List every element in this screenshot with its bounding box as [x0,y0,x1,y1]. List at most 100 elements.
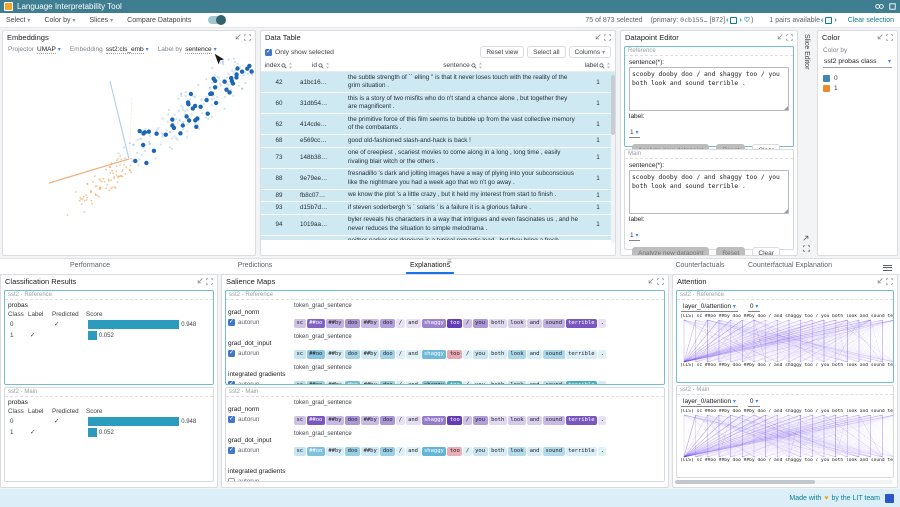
table-row[interactable]: 68e569cc…good old-fashioned slash-and-ha… [261,135,615,148]
token-chip[interactable]: and [527,319,542,328]
resize-handle-icon[interactable] [784,106,788,110]
maximize-icon[interactable] [657,278,664,285]
minimize-icon[interactable] [196,278,203,285]
color-by-menu[interactable]: Color by ▾ [44,17,75,24]
resize-handle-icon[interactable] [784,209,788,213]
table-row[interactable]: 889e79ee…fresnadillo 's dark and jolting… [261,169,615,190]
select-all-button[interactable]: Select all [527,46,565,58]
compare-datapoints-toggle[interactable] [208,16,225,24]
token-chip[interactable]: ##by [326,447,344,456]
table-row[interactable]: 73148b38…one of creepiest , scariest mov… [261,148,615,169]
token-chip[interactable]: / [396,447,404,456]
table-row[interactable]: 6031db54…this is a story of two misfits … [261,93,615,114]
tab-predictions[interactable]: Predictions [234,261,277,272]
search-icon[interactable] [318,63,324,69]
token-chip[interactable]: doo [380,416,395,425]
maximize-icon[interactable] [886,278,893,285]
docs-icon[interactable] [889,3,896,10]
token-chip[interactable]: ##by [326,381,344,386]
tab-explanations[interactable]: Explanations [406,261,454,274]
token-chip[interactable]: both [489,381,507,386]
layer-select[interactable]: layer_0/attention ▾ [681,398,738,407]
token-chip[interactable]: terrible [566,381,598,386]
token-chip[interactable]: doo [345,416,360,425]
token-chip[interactable]: and [527,381,542,386]
table-row[interactable]: 93d15b7d…if steven soderbergh 's ` solar… [261,202,615,215]
tab-counterfactual-explanation[interactable]: Counterfactual Explanation [744,261,836,272]
token-chip[interactable]: and [527,447,542,456]
token-chip[interactable]: sound [543,416,565,425]
token-chip[interactable]: ##by [361,447,379,456]
token-chip[interactable]: / [463,447,471,456]
token-chip[interactable]: sc [294,350,306,359]
maximize-icon[interactable] [244,34,251,41]
minimize-icon[interactable] [776,34,783,41]
sort-icon[interactable] [478,62,483,69]
token-chip[interactable]: doo [345,381,360,386]
maximize-icon[interactable] [803,245,810,252]
sort-icon[interactable] [288,62,293,69]
token-chip[interactable]: / [396,416,404,425]
sentence-textarea[interactable]: scooby dooby doo / and shaggy too / you … [629,67,789,111]
attention-scrollbar[interactable] [675,480,893,484]
token-chip[interactable]: / [396,350,404,359]
token-chip[interactable]: / [396,381,404,386]
token-chip[interactable]: and [406,381,421,386]
maximize-icon[interactable] [886,34,893,41]
token-chip[interactable]: / [463,319,471,328]
token-chip[interactable]: ##by [361,350,379,359]
embedding-scatter-plot[interactable] [3,55,255,248]
token-chip[interactable]: ##by [326,350,344,359]
token-chip[interactable]: doo [380,447,395,456]
label-select[interactable]: 1 ▾ [629,232,640,241]
maximize-icon[interactable] [206,278,213,285]
token-chip[interactable]: ##by [361,381,379,386]
token-chip[interactable]: ##oo [307,447,325,456]
minimize-icon[interactable] [234,34,241,41]
reset-view-button[interactable]: Reset view [480,46,524,58]
columns-button[interactable]: Columns ▾ [569,46,611,58]
token-chip[interactable]: terrible [566,319,598,328]
sentence-textarea[interactable]: scooby dooby doo / and shaggy too / you … [629,170,789,214]
search-icon[interactable] [471,63,477,69]
token-chip[interactable]: look [508,416,526,425]
token-chip[interactable]: both [489,447,507,456]
token-chip[interactable]: look [508,319,526,328]
maximize-icon[interactable] [604,34,611,41]
token-chip[interactable]: doo [380,319,395,328]
autorun-checkbox[interactable] [228,478,235,482]
maximize-icon[interactable] [786,34,793,41]
prev-datapoint-icon[interactable]: ‹ [726,17,728,24]
minimize-icon[interactable] [876,34,883,41]
token-chip[interactable]: look [508,447,526,456]
token-chip[interactable]: / [463,381,471,386]
minimize-icon[interactable] [876,278,883,285]
token-chip[interactable]: ##by [326,319,344,328]
token-chip[interactable]: and [406,416,421,425]
token-chip[interactable]: and [527,416,542,425]
token-chip[interactable]: sound [543,319,565,328]
token-chip[interactable]: doo [380,381,395,386]
datapoint-icon[interactable] [730,17,737,24]
column-header-index[interactable]: index [261,62,297,69]
token-chip[interactable]: and [406,319,421,328]
token-chip[interactable]: terrible [566,447,598,456]
token-chip[interactable]: / [396,319,404,328]
token-chip[interactable]: you [473,319,488,328]
token-chip[interactable]: shaggy [422,416,447,425]
token-chip[interactable]: terrible [566,416,598,425]
token-chip[interactable]: you [473,381,488,386]
expand-icon[interactable] [803,234,810,241]
autorun-checkbox[interactable]: ✓ [228,381,235,385]
token-chip[interactable]: . [598,416,606,425]
sort-icon[interactable] [606,62,611,69]
autorun-checkbox[interactable]: ✓ [228,350,235,357]
token-chip[interactable]: you [473,350,488,359]
token-chip[interactable]: sc [294,319,306,328]
token-chip[interactable]: look [508,350,526,359]
tab-counterfactuals[interactable]: Counterfactuals [671,261,728,272]
token-chip[interactable]: shaggy [422,350,447,359]
token-chip[interactable]: . [598,319,606,328]
column-header-id[interactable]: id [297,62,345,69]
embedding-select[interactable]: Embeddingsst2:cls_emb▾ [70,46,149,53]
